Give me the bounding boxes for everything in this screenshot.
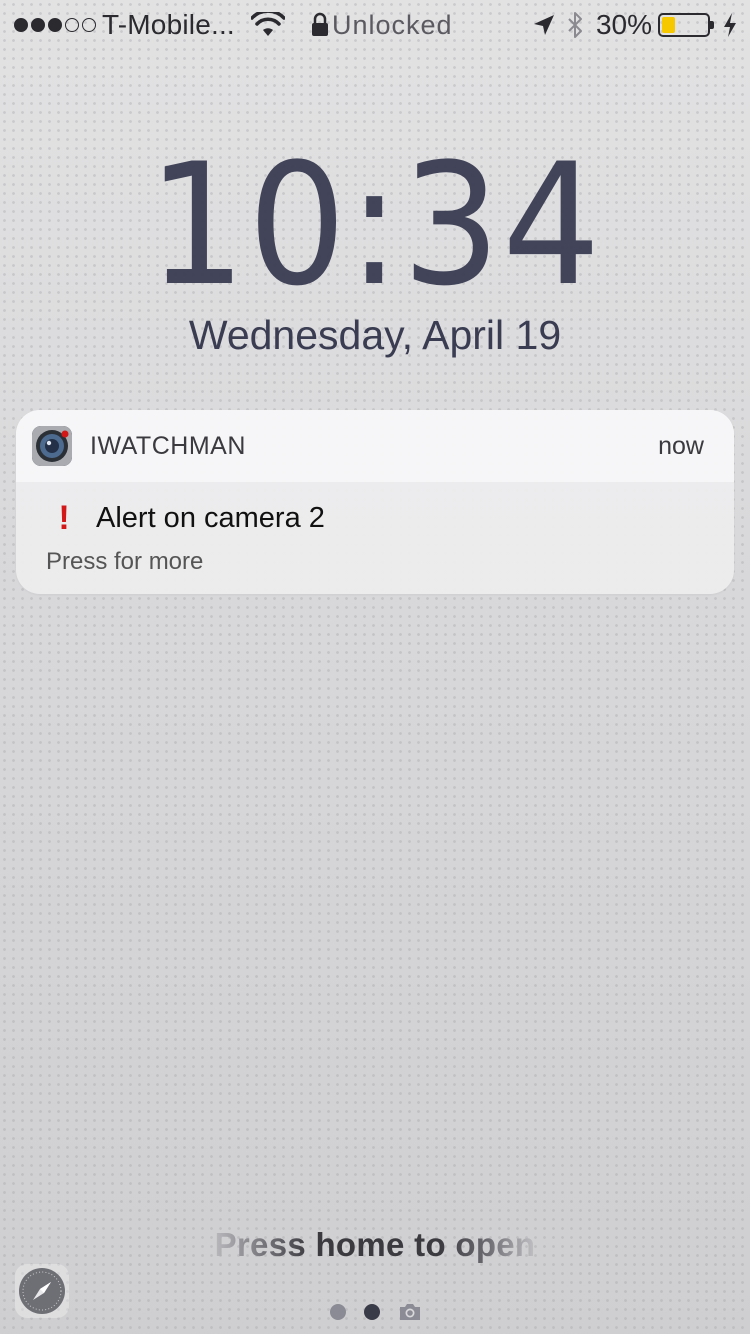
unlock-hint-text: Press home to open xyxy=(214,1226,536,1263)
notification-title: Alert on camera 2 xyxy=(96,501,325,534)
page-dot-active xyxy=(364,1304,380,1320)
notification-card[interactable]: IWATCHMAN now ! Alert on camera 2 Press … xyxy=(16,410,734,594)
bluetooth-icon xyxy=(568,12,582,38)
wifi-icon xyxy=(250,12,285,36)
charging-bolt-icon xyxy=(724,13,736,37)
camera-lens-icon xyxy=(32,426,72,466)
app-icon xyxy=(32,426,72,466)
notification-header: IWATCHMAN now xyxy=(16,410,734,482)
battery-icon xyxy=(658,13,714,37)
notification-app-name: IWATCHMAN xyxy=(90,431,246,460)
lock-status-label: Unlocked xyxy=(332,9,453,40)
signal-strength-icon xyxy=(14,18,96,32)
camera-icon[interactable] xyxy=(398,1302,422,1322)
notification-subtitle: Press for more xyxy=(46,548,204,575)
battery-percent: 30% xyxy=(595,9,652,40)
compass-icon xyxy=(19,1268,65,1314)
page-indicator xyxy=(330,1302,422,1322)
lock-icon xyxy=(312,12,328,36)
page-dot xyxy=(330,1304,346,1320)
lock-screen-date: Wednesday, April 19 xyxy=(188,312,562,358)
clock-time: 10:34 xyxy=(147,127,603,323)
exclamation-icon: ! xyxy=(58,499,70,537)
lock-status: Unlocked xyxy=(310,0,453,50)
notification-time: now xyxy=(658,431,704,460)
notification-body: ! Alert on camera 2 Press for more xyxy=(16,482,734,576)
unlock-hint: Press home to open xyxy=(0,1226,750,1264)
lock-screen-clock: 10:34 xyxy=(0,140,750,310)
carrier-name: T-Mobile... xyxy=(102,9,235,40)
safari-shortcut-button[interactable] xyxy=(15,1264,69,1318)
status-bar: T-Mobile... Unlocked 30% xyxy=(0,0,750,50)
location-arrow-icon xyxy=(533,15,554,35)
battery-fill xyxy=(662,17,676,33)
